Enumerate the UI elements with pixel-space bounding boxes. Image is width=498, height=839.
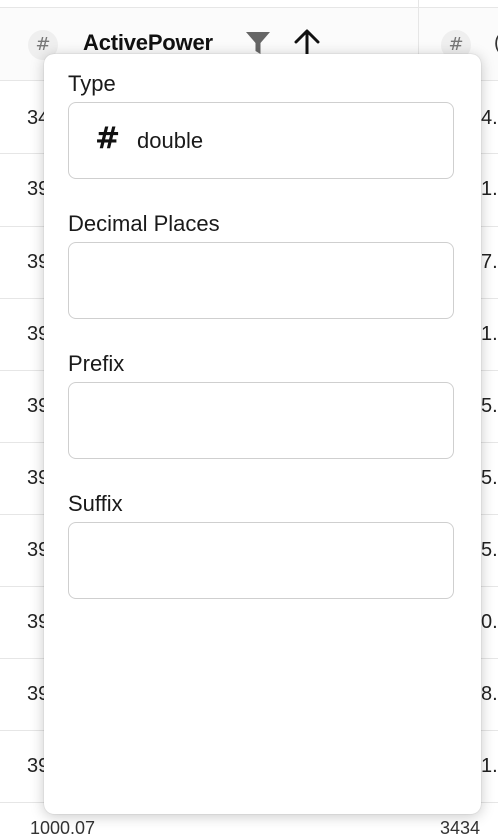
column-header-activepower[interactable]: ActivePower <box>83 30 213 56</box>
suffix-label: Suffix <box>68 491 123 516</box>
decimal-places-field[interactable] <box>68 242 454 319</box>
table-cell: 1000.07 <box>30 818 96 838</box>
prefix-field[interactable] <box>68 382 454 459</box>
header-top-border <box>0 7 498 8</box>
type-select[interactable]: # double <box>68 102 454 179</box>
number-type-icon: # <box>95 121 121 156</box>
prefix-input[interactable] <box>69 383 453 458</box>
column-header-next-partial[interactable]: ( <box>494 32 498 55</box>
table-cell: 8. <box>481 683 498 705</box>
table-cell: 1. <box>481 755 498 777</box>
table-cell: 1. <box>481 323 498 345</box>
decimal-places-label: Decimal Places <box>68 211 220 236</box>
table-cell: 4. <box>481 107 498 129</box>
table-cell: 7. <box>481 251 498 273</box>
column-format-popover: Type # double Decimal Places Prefix Suff… <box>44 54 481 814</box>
table-cell: 5. <box>481 395 498 417</box>
table-cell: 5. <box>481 467 498 489</box>
filter-icon[interactable] <box>245 31 271 55</box>
table-cell: 3434 <box>440 818 481 838</box>
arrow-up-icon[interactable] <box>292 29 322 57</box>
suffix-field[interactable] <box>68 522 454 599</box>
table-cell: 5. <box>481 539 498 561</box>
decimal-places-input[interactable] <box>69 243 453 318</box>
table-cell: 0. <box>481 611 498 633</box>
type-label: Type <box>68 71 116 96</box>
prefix-label: Prefix <box>68 351 125 376</box>
suffix-input[interactable] <box>69 523 453 598</box>
type-value: double <box>137 128 204 153</box>
table-cell: 1. <box>481 178 498 200</box>
